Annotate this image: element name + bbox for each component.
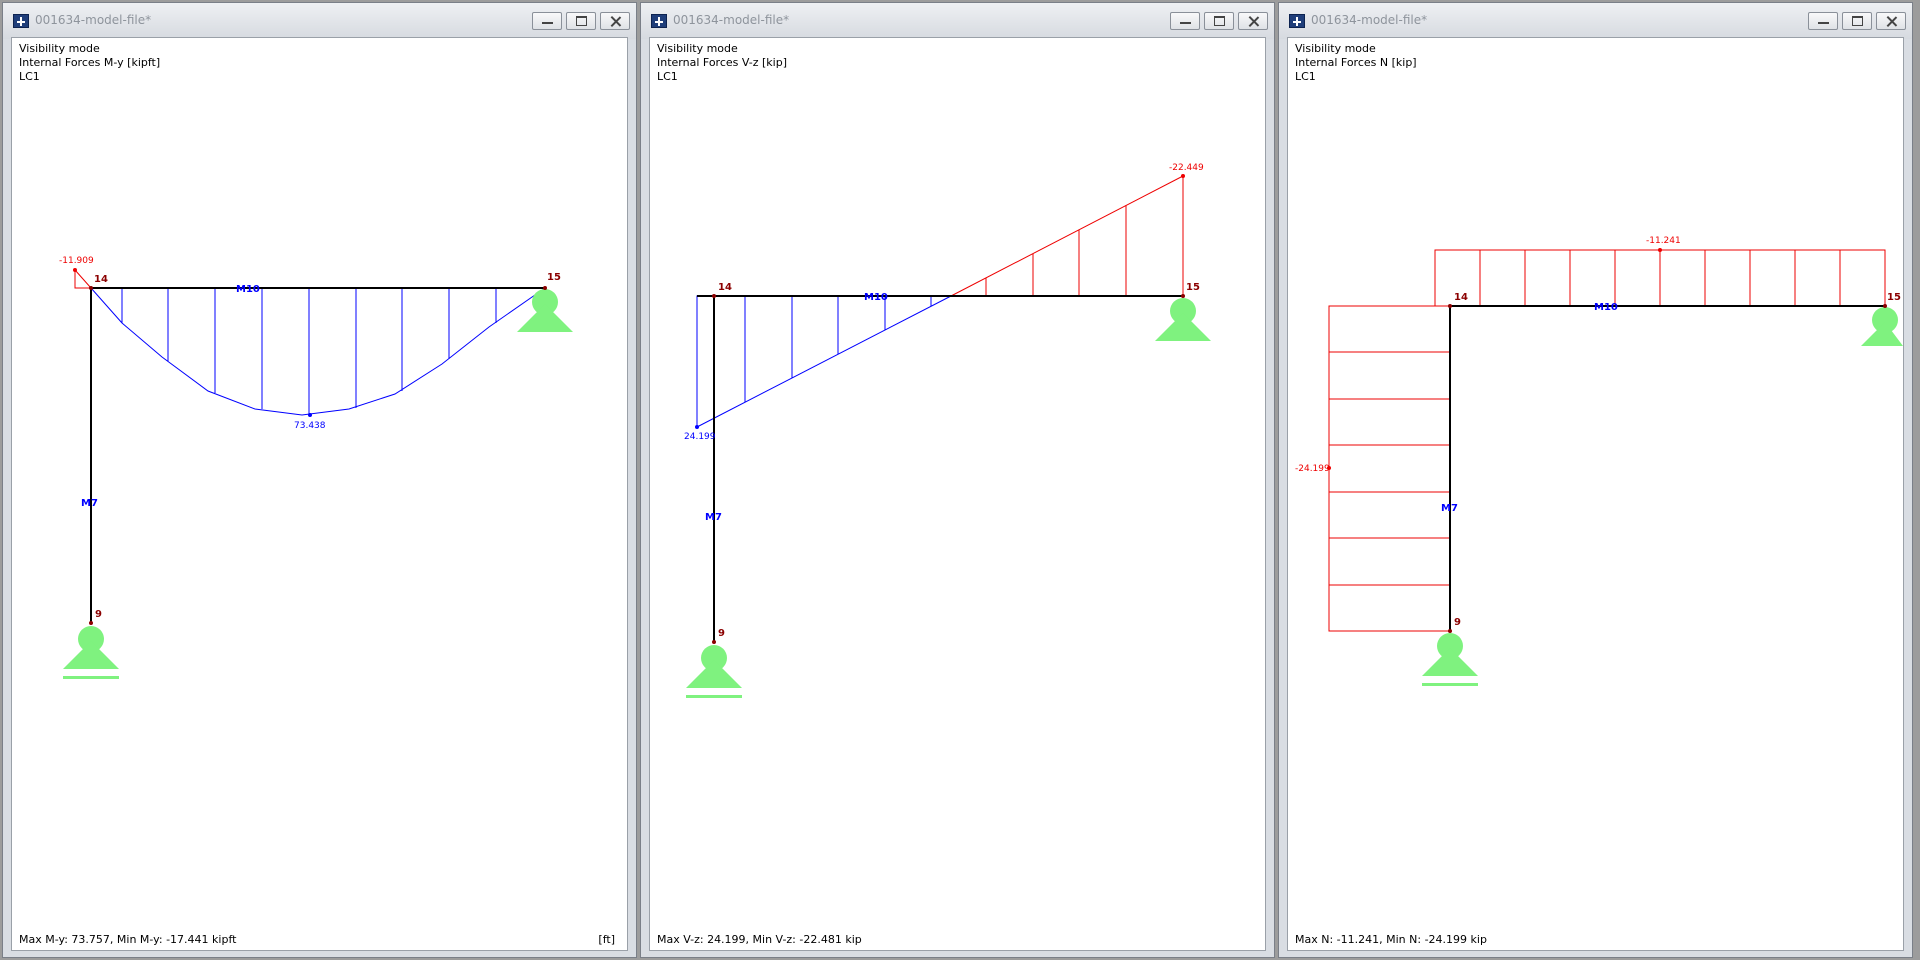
title-bar[interactable]: 001634-model-file* (641, 3, 1274, 39)
minimize-icon (542, 16, 553, 24)
window-title: 001634-model-file* (35, 13, 152, 27)
close-button[interactable] (600, 12, 630, 30)
column-value-label: -24.199 (1295, 464, 1330, 474)
maximize-button[interactable] (1842, 12, 1872, 30)
minimize-button[interactable] (1170, 12, 1200, 30)
window-title: 001634-model-file* (1311, 13, 1428, 27)
support-node-15[interactable] (517, 289, 573, 332)
status-summary: Max N: -11.241, Min N: -24.199 kip (1295, 933, 1487, 946)
beam-value-label: -11.241 (1646, 236, 1681, 246)
moment-hatch-lines (121, 288, 497, 415)
close-icon (610, 16, 621, 26)
column-axial-hatch (1329, 351, 1450, 586)
length-unit-label: [ft] (598, 933, 615, 946)
node-9[interactable] (1448, 629, 1452, 633)
member-m7-label: M7 (1441, 503, 1458, 514)
node-9-label: 9 (718, 628, 725, 639)
node-14[interactable] (1448, 304, 1452, 308)
member-m10-label: M10 (1594, 302, 1618, 313)
window-shear[interactable]: 001634-model-file* Visibility mode Inter… (640, 2, 1275, 958)
window-title: 001634-model-file* (673, 13, 790, 27)
node-14[interactable] (712, 294, 716, 298)
beam-axial-hatch (1479, 250, 1841, 306)
title-bar[interactable]: 001634-model-file* (3, 3, 636, 39)
shear-hatch-positive (744, 296, 932, 402)
node-14[interactable] (89, 286, 93, 290)
node-15[interactable] (1883, 304, 1887, 308)
node-15-label: 15 (547, 272, 561, 283)
minimize-icon (1818, 16, 1829, 24)
minimize-button[interactable] (1808, 12, 1838, 30)
node-14-label: 14 (1454, 292, 1468, 303)
node-15[interactable] (1181, 294, 1185, 298)
status-summary: Max M-y: 73.757, Min M-y: -17.441 kipft (19, 933, 237, 946)
support-node-15[interactable] (1861, 307, 1903, 346)
app-icon[interactable] (1289, 14, 1305, 28)
shear-hatch-negative (985, 205, 1127, 296)
beam-value-point (1658, 248, 1662, 252)
window-moment[interactable]: 001634-model-file* Visibility mode Inter… (2, 2, 637, 958)
close-button[interactable] (1238, 12, 1268, 30)
column-axial-area (1328, 305, 1451, 632)
positive-shear-area (696, 295, 952, 428)
support-node-9[interactable] (1422, 633, 1478, 686)
min-value-label: -11.909 (59, 256, 94, 266)
min-value-point (1181, 174, 1185, 178)
max-value-label: 24.199 (684, 432, 716, 442)
min-value-label: -22.449 (1169, 163, 1204, 173)
support-node-9[interactable] (63, 626, 119, 679)
model-view[interactable]: Visibility mode Internal Forces N [kip] … (1287, 37, 1904, 951)
close-button[interactable] (1876, 12, 1906, 30)
min-value-point (73, 268, 77, 272)
close-icon (1886, 16, 1897, 26)
title-bar[interactable]: 001634-model-file* (1279, 3, 1912, 39)
minimize-button[interactable] (532, 12, 562, 30)
max-value-point (308, 413, 312, 417)
node-9[interactable] (89, 621, 93, 625)
shear-diagram: 14 15 9 M10 M7 -22.449 24.199 (684, 163, 1211, 698)
member-m7-label: M7 (705, 512, 722, 523)
node-14-label: 14 (94, 274, 108, 285)
node-9[interactable] (712, 640, 716, 644)
node-14-label: 14 (718, 282, 732, 293)
maximize-icon (1852, 16, 1863, 26)
positive-moment-curve (90, 287, 546, 416)
node-9-label: 9 (1454, 617, 1461, 628)
minimize-icon (1180, 16, 1191, 24)
negative-moment-area (74, 268, 93, 289)
maximize-button[interactable] (566, 12, 596, 30)
support-node-9[interactable] (686, 645, 742, 698)
support-node-15[interactable] (1155, 298, 1211, 341)
model-view[interactable]: Visibility mode Internal Forces V-z [kip… (649, 37, 1266, 951)
axial-force-diagram: 14 15 9 M10 M7 -11.241 -24.199 (1295, 236, 1903, 686)
maximize-icon (576, 16, 587, 26)
node-9-label: 9 (95, 609, 102, 620)
window-axial[interactable]: 001634-model-file* Visibility mode Inter… (1278, 2, 1913, 958)
maximize-button[interactable] (1204, 12, 1234, 30)
maximize-icon (1214, 16, 1225, 26)
moment-diagram: 14 15 9 M10 M7 -11.909 73.438 (59, 256, 573, 679)
member-m10-label: M10 (236, 284, 260, 295)
node-15-label: 15 (1186, 282, 1200, 293)
status-summary: Max V-z: 24.199, Min V-z: -22.481 kip (657, 933, 862, 946)
model-view[interactable]: Visibility mode Internal Forces M-y [kip… (11, 37, 628, 951)
member-m7-label: M7 (81, 498, 98, 509)
max-value-point (695, 425, 699, 429)
node-15-label: 15 (1887, 292, 1901, 303)
app-icon[interactable] (13, 14, 29, 28)
app-icon[interactable] (651, 14, 667, 28)
node-15[interactable] (543, 286, 547, 290)
max-value-label: 73.438 (294, 421, 326, 431)
member-m10-label: M10 (864, 292, 888, 303)
close-icon (1248, 16, 1259, 26)
